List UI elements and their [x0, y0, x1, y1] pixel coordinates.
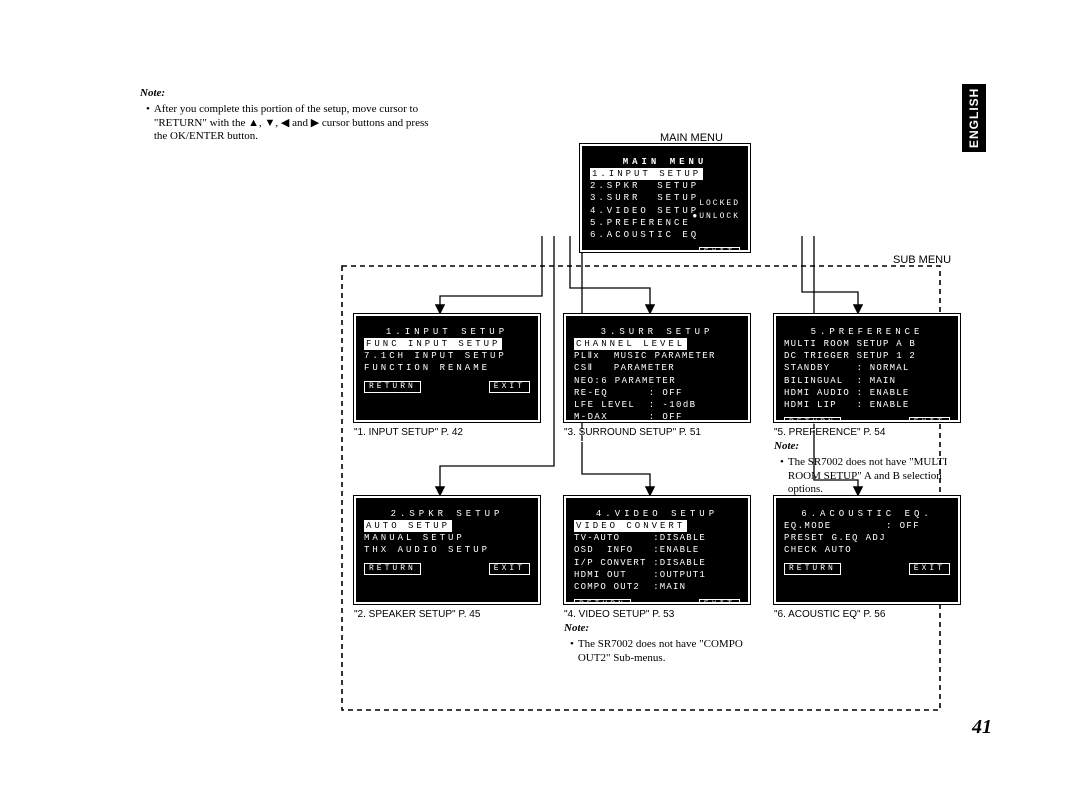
- exit-box: EXIT: [699, 429, 740, 442]
- panel-row: HDMI LIP : ENABLE: [784, 399, 950, 411]
- video-caption: "4. VIDEO SETUP" P. 53: [564, 609, 674, 620]
- panel-title: MAIN MENU: [590, 156, 740, 168]
- panel-row: THX AUDIO SETUP: [364, 544, 530, 556]
- note-text: The SR7002 does not have "COMPO OUT2" Su…: [578, 638, 750, 666]
- panel-sel: AUTO SETUP: [364, 520, 452, 532]
- panel-row: 7.1CH INPUT SETUP: [364, 350, 530, 362]
- panel-row: OSD INFO :ENABLE: [574, 544, 740, 556]
- return-box: RETURN: [364, 563, 421, 576]
- panel-row: CHECK AUTO: [784, 544, 950, 556]
- menu-item-selected: 1.INPUT SETUP: [590, 168, 703, 180]
- panel-row: DC TRIGGER SETUP 1 2: [784, 350, 950, 362]
- panel-row: MULTI ROOM SETUP A B: [784, 338, 950, 350]
- video-setup-panel: 4.VIDEO SETUP VIDEO CONVERT TV-AUTO :DIS…: [564, 496, 750, 604]
- panel-row: STANDBY : NORMAL: [784, 362, 950, 374]
- note-title: Note:: [774, 440, 960, 454]
- panel-sel: CHANNEL LEVEL: [574, 338, 687, 350]
- spkr-caption: "2. SPEAKER SETUP" P. 45: [354, 609, 480, 620]
- panel-row: LFE LEVEL : -10dB: [574, 399, 740, 411]
- return-box: RETURN: [364, 381, 421, 394]
- pref-caption: "5. PREFERENCE" P. 54: [774, 427, 885, 438]
- panel-row: HDMI OUT :OUTPUT1: [574, 569, 740, 581]
- speaker-setup-panel: 2.SPKR SETUP AUTO SETUP MANUAL SETUP THX…: [354, 496, 540, 604]
- exit-box: EXIT: [909, 417, 950, 430]
- panel-row: HDMI AUDIO : ENABLE: [784, 387, 950, 399]
- pref-note: Note: The SR7002 does not have "MULTI RO…: [774, 440, 960, 497]
- panel-row: COMPO OUT2 :MAIN: [574, 581, 740, 593]
- note-text: The SR7002 does not have "MULTI ROOM SET…: [788, 456, 960, 497]
- eq-caption: "6. ACOUSTIC EQ" P. 56: [774, 609, 885, 620]
- input-caption: "1. INPUT SETUP" P. 42: [354, 427, 463, 438]
- language-tab: ENGLISH: [962, 84, 986, 152]
- acoustic-eq-panel: 6.ACOUSTIC EQ. EQ.MODE : OFF PRESET G.EQ…: [774, 496, 960, 604]
- preference-panel: 5.PREFERENCE MULTI ROOM SETUP A B DC TRI…: [774, 314, 960, 422]
- surr-setup-panel: 3.SURR SETUP CHANNEL LEVEL PLⅡx MUSIC PA…: [564, 314, 750, 422]
- panel-header: 3.SURR SETUP: [574, 326, 740, 338]
- panel-row: BILINGUAL : MAIN: [784, 375, 950, 387]
- panel-row: PLⅡx MUSIC PARAMETER: [574, 350, 740, 362]
- panel-header: 6.ACOUSTIC EQ.: [784, 508, 950, 520]
- exit-box: EXIT: [699, 247, 740, 260]
- sub-menu-label: SUB MENU: [893, 254, 951, 266]
- panel-sel: VIDEO CONVERT: [574, 520, 687, 532]
- note-text: After you complete this portion of the s…: [154, 103, 440, 144]
- exit-box: EXIT: [489, 381, 530, 394]
- panel-row: M-DAX : OFF: [574, 411, 740, 423]
- lock-status: LOCKED ●UNLOCK: [692, 198, 740, 224]
- surr-caption: "3. SURROUND SETUP" P. 51: [564, 427, 701, 438]
- exit-box: EXIT: [699, 599, 740, 612]
- menu-item: 2.SPKR SETUP: [590, 180, 740, 192]
- main-menu-label: MAIN MENU: [660, 132, 723, 144]
- top-note: Note: After you complete this portion of…: [140, 87, 440, 144]
- panel-row: NEO:6 PARAMETER: [574, 375, 740, 387]
- panel-header: 5.PREFERENCE: [784, 326, 950, 338]
- note-title: Note:: [140, 87, 440, 101]
- panel-row: CSⅡ PARAMETER: [574, 362, 740, 374]
- input-setup-panel: 1.INPUT SETUP FUNC INPUT SETUP 7.1CH INP…: [354, 314, 540, 422]
- page-number: 41: [972, 716, 992, 739]
- panel-header: 4.VIDEO SETUP: [574, 508, 740, 520]
- panel-row: PRESET G.EQ ADJ: [784, 532, 950, 544]
- panel-header: 1.INPUT SETUP: [364, 326, 530, 338]
- panel-row: TV-AUTO :DISABLE: [574, 532, 740, 544]
- panel-sel: FUNC INPUT SETUP: [364, 338, 502, 350]
- panel-row: RE-EQ : OFF: [574, 387, 740, 399]
- panel-row: FUNCTION RENAME: [364, 362, 530, 374]
- return-box: RETURN: [784, 563, 841, 576]
- note-title: Note:: [564, 622, 750, 636]
- menu-item: 6.ACOUSTIC EQ: [590, 229, 740, 241]
- main-menu-panel: MAIN MENU 1.INPUT SETUP 2.SPKR SETUP 3.S…: [580, 144, 750, 252]
- exit-box: EXIT: [489, 563, 530, 576]
- panel-row: MANUAL SETUP: [364, 532, 530, 544]
- panel-row: I/P CONVERT :DISABLE: [574, 557, 740, 569]
- exit-box: EXIT: [909, 563, 950, 576]
- video-note: Note: The SR7002 does not have "COMPO OU…: [564, 622, 750, 665]
- panel-row: EQ.MODE : OFF: [784, 520, 950, 532]
- panel-header: 2.SPKR SETUP: [364, 508, 530, 520]
